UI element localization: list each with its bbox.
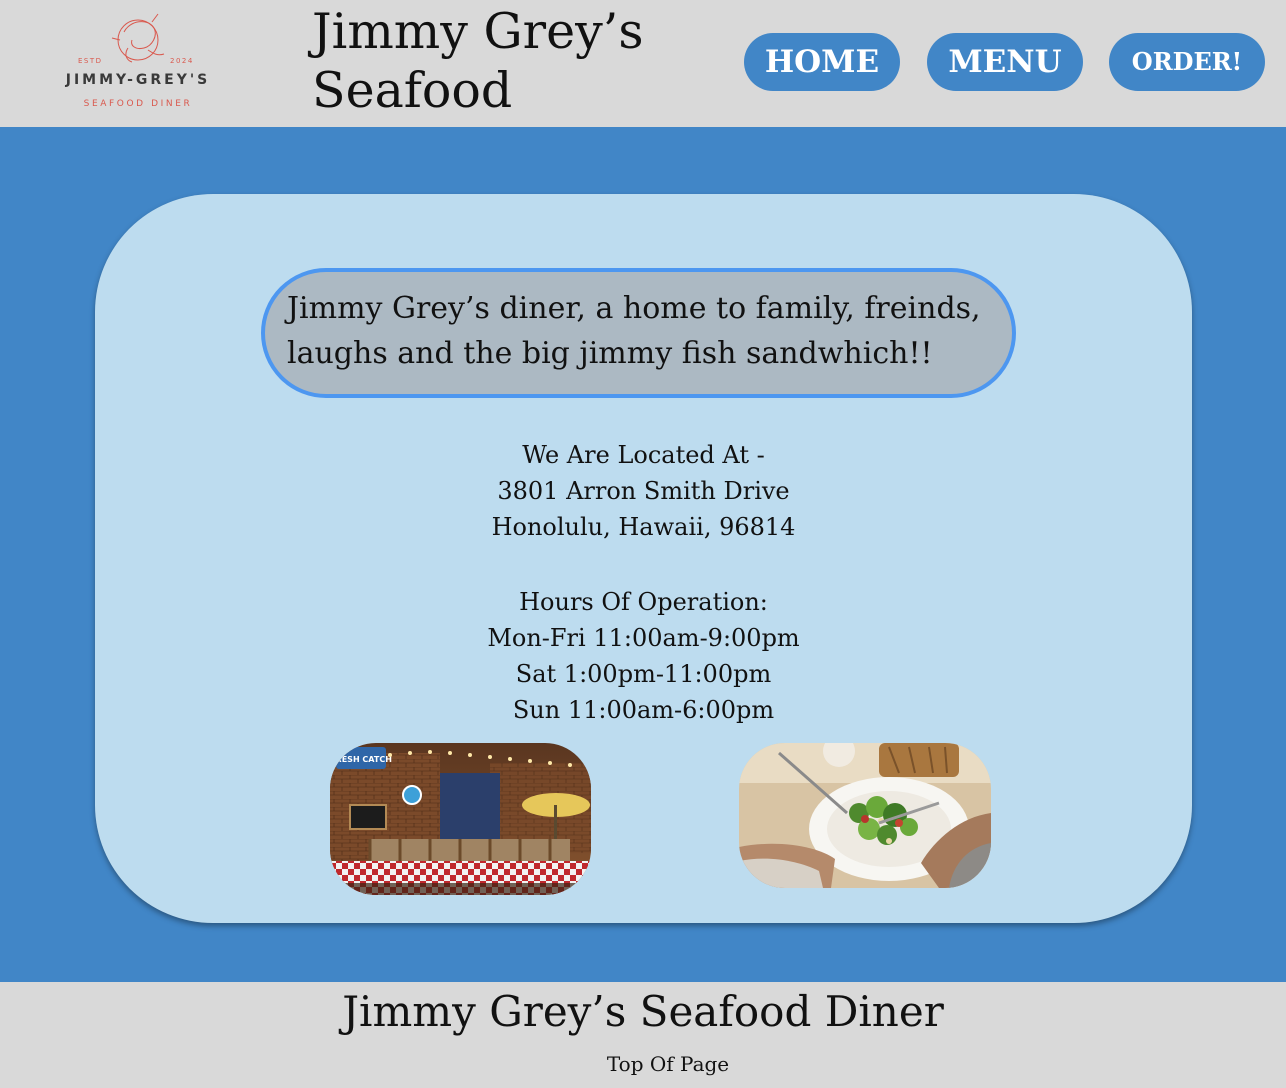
top-of-page-link[interactable]: Top Of Page: [0, 1050, 1286, 1078]
site-logo[interactable]: ESTD 2024 JIMMY-GREY'S SEAFOOD DINER: [40, 10, 236, 118]
fresh-catch-sign-text: FRESH CATCH: [330, 755, 392, 764]
site-title-line1: Jimmy Grey’s: [312, 3, 644, 60]
tagline-bubble: Jimmy Grey’s diner, a home to family, fr…: [261, 268, 1016, 398]
site-header: ESTD 2024 JIMMY-GREY'S SEAFOOD DINER Jim…: [0, 0, 1286, 127]
hours-sunday: Sun 11:00am-6:00pm: [512, 696, 775, 724]
logo-year-text: 2024: [170, 57, 194, 65]
footer-title: Jimmy Grey’s Seafood Diner: [342, 987, 944, 1036]
logo-subtitle-text: SEAFOOD DINER: [83, 99, 193, 109]
home-nav-button[interactable]: HOME: [744, 33, 900, 91]
food-plate-photo: [739, 743, 991, 888]
location-heading: We Are Located At -: [522, 441, 765, 469]
site-title: Jimmy Grey’s Seafood: [312, 2, 672, 120]
site-footer: Jimmy Grey’s Seafood Diner Top Of Page: [0, 982, 1286, 1088]
info-card: Jimmy Grey’s diner, a home to family, fr…: [95, 194, 1192, 923]
order-nav-button[interactable]: ORDER!: [1109, 33, 1265, 91]
location-street: 3801 Arron Smith Drive: [497, 477, 790, 505]
menu-nav-button[interactable]: MENU: [927, 33, 1083, 91]
logo-estd-text: ESTD: [78, 57, 103, 65]
hours-weekdays: Mon-Fri 11:00am-9:00pm: [487, 624, 800, 652]
tagline-line1: Jimmy Grey’s diner, a home to family, fr…: [287, 291, 981, 326]
hours-heading: Hours Of Operation:: [519, 588, 768, 616]
logo-name-text: JIMMY-GREY'S: [65, 72, 211, 88]
hours-saturday: Sat 1:00pm-11:00pm: [515, 660, 772, 688]
restaurant-interior-photo: FRESH CATCH: [330, 743, 591, 895]
site-title-line2: Seafood: [312, 62, 513, 119]
tagline-line2: laughs and the big jimmy fish sandwhich!…: [287, 336, 933, 371]
location-city: Honolulu, Hawaii, 96814: [491, 513, 796, 541]
location-hours-section: We Are Located At - 3801 Arron Smith Dri…: [95, 437, 1192, 728]
